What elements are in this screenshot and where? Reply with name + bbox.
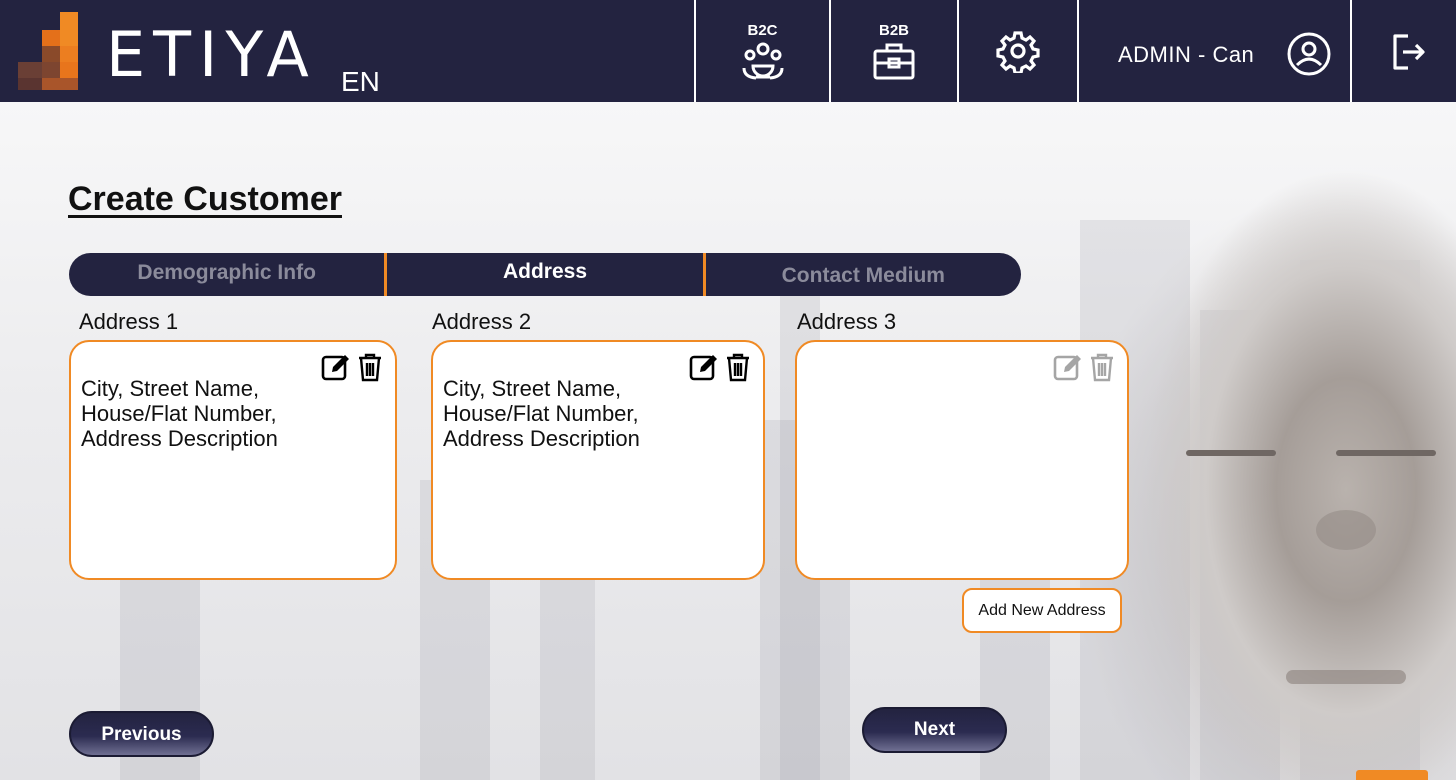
address-3-card[interactable]	[795, 340, 1129, 580]
b2c-nav-button[interactable]: B2C	[696, 0, 829, 102]
user-avatar-icon[interactable]	[1286, 31, 1332, 77]
previous-button[interactable]: Previous	[69, 711, 214, 757]
customers-group-icon	[742, 42, 783, 79]
edit-icon	[1053, 352, 1083, 382]
tab-demographic-info[interactable]: Demographic Info	[69, 253, 384, 296]
b2b-label: B2B	[878, 21, 909, 39]
gear-icon	[996, 31, 1040, 73]
customer-tabs: Demographic Info Address Contact Medium	[69, 253, 1021, 296]
trash-icon[interactable]	[355, 352, 385, 382]
edit-icon[interactable]	[689, 352, 719, 382]
tab-address[interactable]: Address	[387, 253, 702, 296]
address-1-card[interactable]: City, Street Name, House/Flat Number, Ad…	[69, 340, 397, 580]
address-2-text: City, Street Name, House/Flat Number, Ad…	[443, 376, 640, 451]
b2c-label: B2C	[747, 21, 778, 39]
briefcase-icon	[873, 43, 915, 79]
logout-icon[interactable]	[1390, 33, 1428, 71]
top-header: ETIYA EN B2C B2B ADMIN - Can	[0, 0, 1456, 102]
page-title: Create Customer	[68, 180, 342, 218]
settings-button[interactable]	[959, 0, 1077, 102]
etiya-logo-icon	[18, 12, 80, 92]
tab-contact-medium[interactable]: Contact Medium	[706, 253, 1021, 296]
address-1-label: Address 1	[79, 309, 179, 334]
user-name: ADMIN - Can	[1118, 42, 1255, 67]
b2b-nav-button[interactable]: B2B	[831, 0, 957, 102]
address-3-label: Address 3	[797, 309, 897, 334]
address-1-text: City, Street Name, House/Flat Number, Ad…	[81, 376, 278, 451]
brand-name: ETIYA	[106, 18, 317, 91]
address-2-card[interactable]: City, Street Name, House/Flat Number, Ad…	[431, 340, 765, 580]
corner-badge	[1356, 770, 1428, 780]
trash-icon	[1087, 352, 1117, 382]
address-2-label: Address 2	[432, 309, 532, 334]
trash-icon[interactable]	[723, 352, 753, 382]
next-button[interactable]: Next	[862, 707, 1007, 753]
edit-icon[interactable]	[321, 352, 351, 382]
face-photo	[1126, 150, 1456, 780]
language-selector[interactable]: EN	[341, 66, 380, 98]
add-new-address-button[interactable]: Add New Address	[962, 588, 1122, 633]
